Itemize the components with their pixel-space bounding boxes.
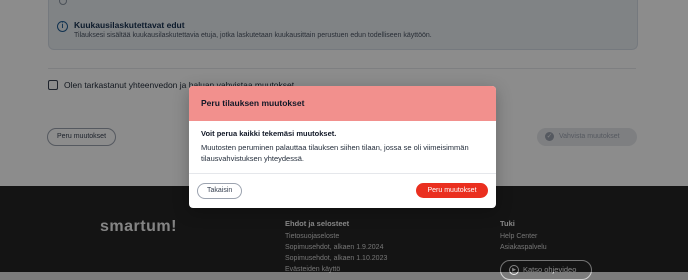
- modal-header: Peru tilauksen muutokset: [189, 86, 496, 121]
- modal-body-text: Muutosten peruminen palauttaa tilauksen …: [201, 143, 469, 163]
- cancel-changes-modal: Peru tilauksen muutokset Voit perua kaik…: [189, 86, 496, 208]
- modal-cancel-changes-button[interactable]: Peru muutokset: [416, 183, 488, 198]
- modal-title: Peru tilauksen muutokset: [201, 98, 305, 108]
- modal-heading: Voit perua kaikki tekemäsi muutokset.: [201, 129, 337, 138]
- back-button[interactable]: Takaisin: [197, 183, 243, 199]
- page: i Kuukausilaskutettavat edut Tilauksesi …: [0, 0, 688, 280]
- modal-footer-divider: [189, 173, 496, 174]
